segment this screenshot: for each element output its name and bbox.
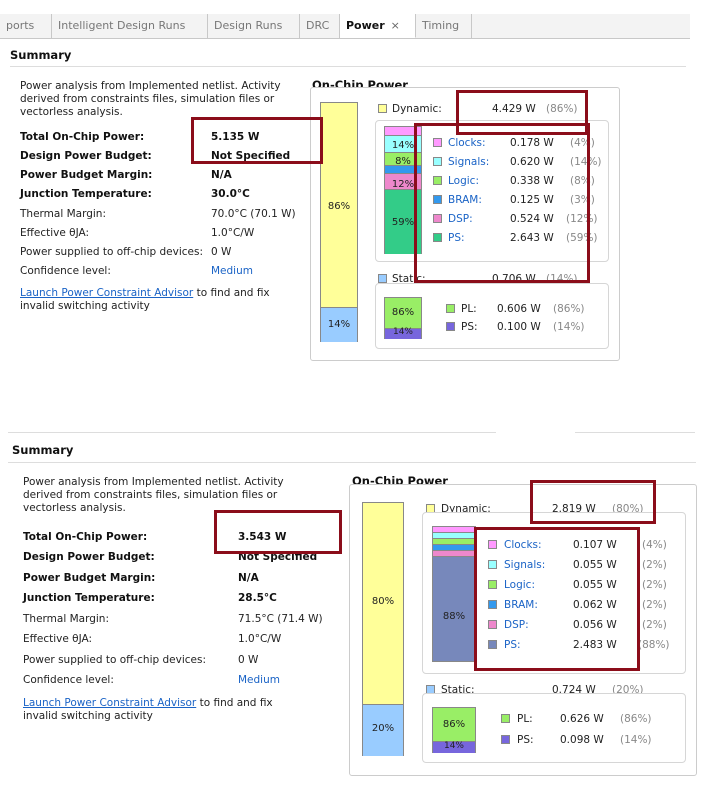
margin-value: N/A xyxy=(238,572,259,584)
margin-label: Power Budget Margin: xyxy=(23,572,156,584)
offchip-value: 0 W xyxy=(211,246,232,258)
dynamic-pct: 80% xyxy=(371,596,395,607)
pl-label: PL: xyxy=(461,303,477,315)
divider xyxy=(8,432,496,433)
junction-value: 28.5°C xyxy=(238,592,277,604)
ps-static-percent: (14%) xyxy=(620,734,652,746)
clocks-percent: (4%) xyxy=(642,539,667,551)
offchip-value: 0 W xyxy=(238,654,259,666)
tab-power-label: Power xyxy=(346,19,385,32)
ps-static-pct: 14% xyxy=(443,741,464,751)
ps-segment xyxy=(433,557,475,661)
highlight-box xyxy=(414,123,590,283)
highlight-box xyxy=(191,117,323,164)
ps-static-value: 0.098 W xyxy=(560,734,604,746)
summary-title: Summary xyxy=(10,48,72,62)
budget-label: Design Power Budget: xyxy=(20,150,152,162)
advisor-suffix-2: invalid switching activity xyxy=(20,300,150,312)
ps-static-swatch xyxy=(446,322,455,331)
pl-swatch xyxy=(446,304,455,313)
dynamic-breakdown-bar: 88% xyxy=(432,526,476,662)
static-pct: 14% xyxy=(327,319,351,330)
tab-drc[interactable]: DRC xyxy=(300,14,340,38)
dynamic-label: Dynamic: xyxy=(392,103,442,115)
bram-percent: (2%) xyxy=(642,599,667,611)
pl-value: 0.606 W xyxy=(497,303,541,315)
advisor-suffix: to find and fix xyxy=(193,287,270,299)
thermal-label: Thermal Margin: xyxy=(23,613,109,625)
total-power-label: Total On-Chip Power: xyxy=(20,131,145,143)
main-power-bar: 86% 14% xyxy=(320,102,358,342)
ps-static-pct: 14% xyxy=(392,327,413,337)
close-icon[interactable]: × xyxy=(391,19,400,32)
advisor-link-line: Launch Power Constraint Advisor to find … xyxy=(23,697,323,723)
divider xyxy=(8,462,696,463)
divider xyxy=(10,66,686,67)
confidence-value[interactable]: Medium xyxy=(238,674,280,686)
ps-static-label: PS: xyxy=(461,321,478,333)
effective-label: Effective θJA: xyxy=(23,633,93,645)
pl-percent: (86%) xyxy=(620,713,652,725)
junction-label: Junction Temperature: xyxy=(23,592,155,604)
offchip-label: Power supplied to off-chip devices: xyxy=(20,246,204,258)
offchip-label: Power supplied to off-chip devices: xyxy=(23,654,207,666)
static-swatch xyxy=(378,274,387,283)
signals-percent: (2%) xyxy=(642,559,667,571)
total-power-label: Total On-Chip Power: xyxy=(23,531,148,543)
logic-percent: (2%) xyxy=(642,579,667,591)
advisor-suffix: to find and fix xyxy=(196,697,273,709)
tab-timing[interactable]: Timing xyxy=(416,14,472,38)
pl-pct: 86% xyxy=(442,719,466,730)
tab-power[interactable]: Power × xyxy=(340,14,416,38)
main-power-bar: 80% 20% xyxy=(362,502,404,756)
thermal-value: 70.0°C (70.1 W) xyxy=(211,208,296,220)
tab-bar: ports Intelligent Design Runs Design Run… xyxy=(0,14,690,39)
divider xyxy=(575,432,695,433)
static-breakdown-bar: 86% 14% xyxy=(384,297,422,339)
confidence-label: Confidence level: xyxy=(23,674,114,686)
thermal-value: 71.5°C (71.4 W) xyxy=(238,613,323,625)
confidence-value[interactable]: Medium xyxy=(211,265,253,277)
description-text: Power analysis from Implemented netlist.… xyxy=(20,80,281,118)
pl-value: 0.626 W xyxy=(560,713,604,725)
budget-label: Design Power Budget: xyxy=(23,551,155,563)
highlight-box xyxy=(214,510,342,554)
effective-label: Effective θJA: xyxy=(20,227,90,239)
junction-value: 30.0°C xyxy=(211,188,250,200)
dsp-percent: (2%) xyxy=(642,619,667,631)
pl-label: PL: xyxy=(517,713,533,725)
summary-title: Summary xyxy=(12,443,74,457)
static-pct: 20% xyxy=(371,723,395,734)
margin-value: N/A xyxy=(211,169,232,181)
advisor-link[interactable]: Launch Power Constraint Advisor xyxy=(20,287,193,299)
advisor-suffix-2: invalid switching activity xyxy=(23,710,153,722)
dynamic-swatch xyxy=(378,104,387,113)
highlight-box xyxy=(530,480,656,524)
ps-static-label: PS: xyxy=(517,734,534,746)
tab-design-runs[interactable]: Design Runs xyxy=(208,14,300,38)
ps-pct: 88% xyxy=(442,611,466,622)
static-breakdown-bar: 86% 14% xyxy=(432,707,476,753)
highlight-box xyxy=(474,527,640,671)
margin-label: Power Budget Margin: xyxy=(20,169,153,181)
junction-label: Junction Temperature: xyxy=(20,188,152,200)
effective-value: 1.0°C/W xyxy=(238,633,282,645)
ps-static-percent: (14%) xyxy=(553,321,585,333)
pl-swatch xyxy=(501,714,510,723)
pl-percent: (86%) xyxy=(553,303,585,315)
effective-value: 1.0°C/W xyxy=(211,227,255,239)
thermal-label: Thermal Margin: xyxy=(20,208,106,220)
advisor-link[interactable]: Launch Power Constraint Advisor xyxy=(23,697,196,709)
advisor-link-line: Launch Power Constraint Advisor to find … xyxy=(20,287,290,313)
tab-ports[interactable]: ports xyxy=(0,14,52,38)
ps-static-value: 0.100 W xyxy=(497,321,541,333)
pl-pct: 86% xyxy=(391,307,415,318)
ps-percent: (88%) xyxy=(638,639,670,651)
tab-intelligent-design-runs[interactable]: Intelligent Design Runs xyxy=(52,14,208,38)
confidence-label: Confidence level: xyxy=(20,265,111,277)
ps-static-swatch xyxy=(501,735,510,744)
dynamic-pct: 86% xyxy=(327,201,351,212)
